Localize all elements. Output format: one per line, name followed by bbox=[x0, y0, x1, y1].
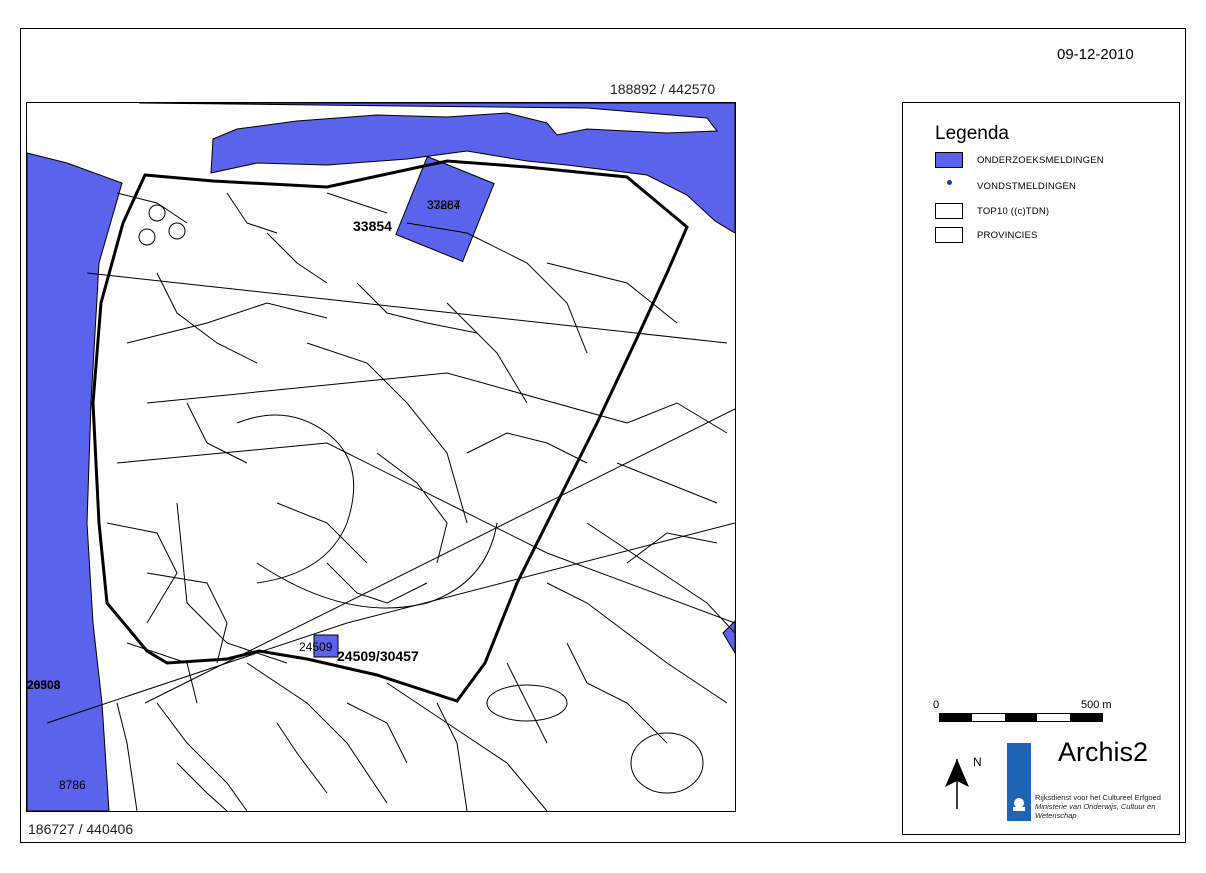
scale-bar-graphic bbox=[939, 713, 1103, 722]
map-canvas[interactable]: 33854 33884 37267 24509/30457 24509 2050… bbox=[26, 102, 736, 812]
institution-text: Rijksdienst voor het Cultureel Erfgoed M… bbox=[1035, 793, 1161, 820]
legend-swatch-box bbox=[935, 227, 963, 243]
street-network bbox=[46, 192, 735, 811]
legend-item-top10: TOP10 ((c)TDN) bbox=[935, 202, 1049, 220]
legend-title: Legenda bbox=[935, 123, 1009, 144]
scale-min-label: 0 bbox=[933, 699, 940, 711]
map-svg: 33854 33884 37267 24509/30457 24509 2050… bbox=[27, 103, 735, 811]
legend-swatch-fill bbox=[935, 152, 963, 168]
north-label: N bbox=[973, 755, 982, 769]
legend-item-onderzoeksmeldingen: ONDERZOEKSMELDINGEN bbox=[935, 151, 1104, 169]
legend-panel: Legenda ONDERZOEKSMELDINGEN VONDSTMELDIN… bbox=[902, 102, 1180, 835]
river-left bbox=[27, 152, 123, 811]
label-24509-30457: 24509/30457 bbox=[337, 648, 419, 664]
label-37267: 37267 bbox=[427, 198, 461, 212]
label-24509: 24509 bbox=[299, 640, 333, 654]
legend-swatch-box bbox=[935, 203, 963, 219]
legend-item-vondstmeldingen: VONDSTMELDINGEN bbox=[935, 177, 1076, 195]
legend-swatch-dot bbox=[935, 178, 963, 194]
app-name: Archis2 bbox=[1058, 737, 1149, 767]
study-area-boundary bbox=[91, 159, 689, 703]
label-33854: 33854 bbox=[353, 218, 392, 234]
label-26303: 26303 bbox=[27, 678, 61, 692]
scale-max-label: 500 m bbox=[1081, 699, 1112, 711]
label-8786: 8786 bbox=[59, 778, 86, 792]
coordinate-top-right: 188892 / 442570 bbox=[610, 81, 716, 97]
legend-item-provincies: PROVINCIES bbox=[935, 226, 1038, 244]
coordinate-bottom-left: 186727 / 440406 bbox=[28, 821, 134, 837]
print-date: 09-12-2010 bbox=[1057, 46, 1134, 63]
onderzoek-polygon-east bbox=[722, 620, 735, 654]
rijksoverheid-logo-icon bbox=[1007, 743, 1031, 821]
